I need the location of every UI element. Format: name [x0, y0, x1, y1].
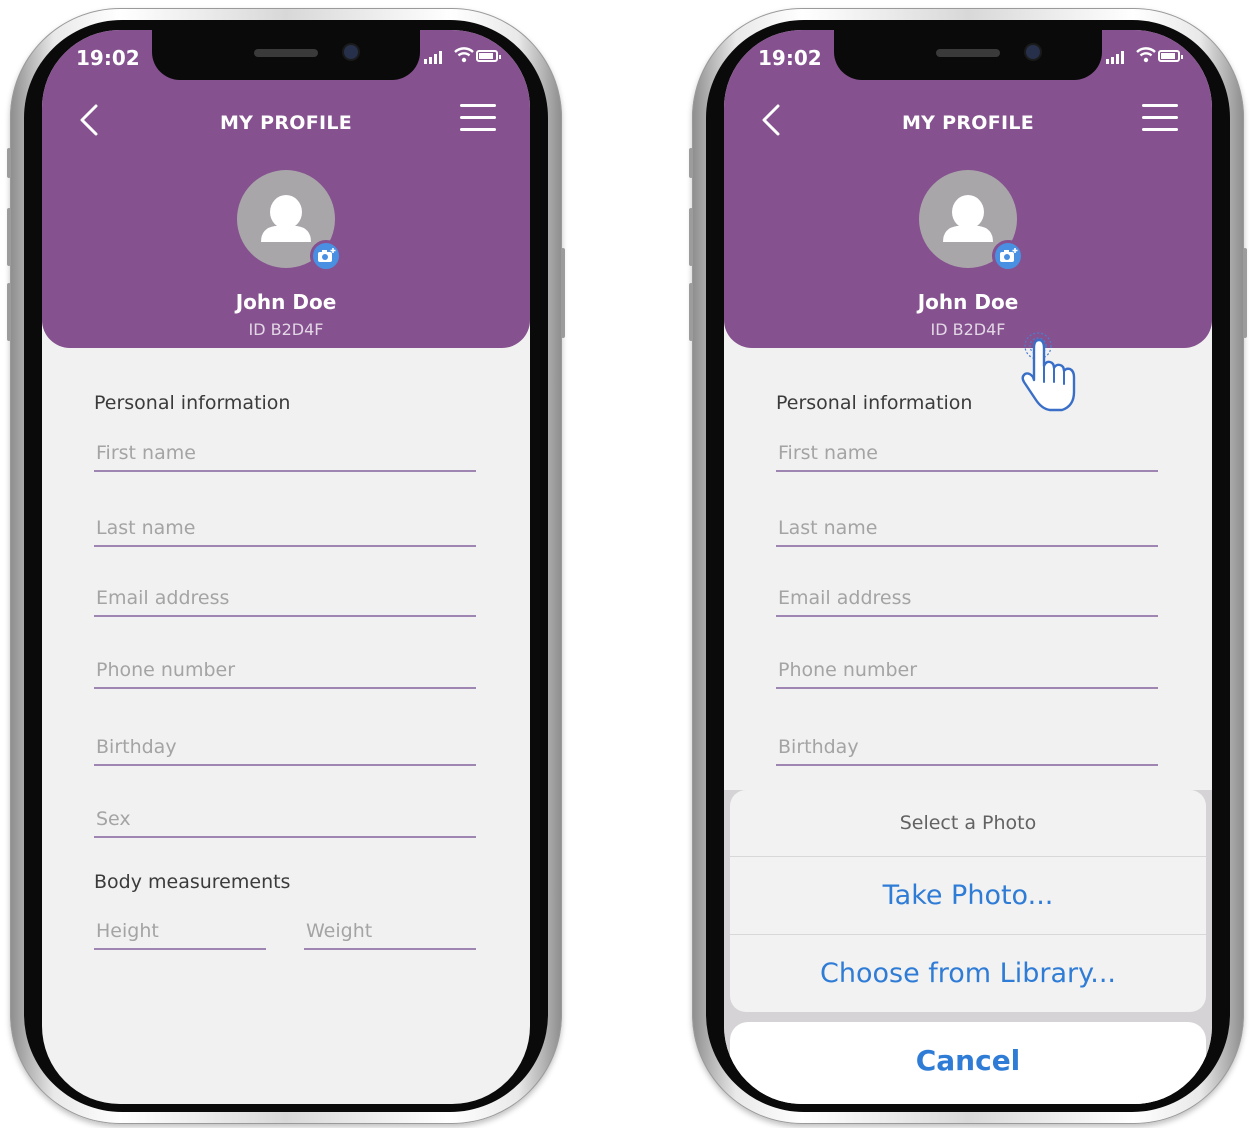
page-title: MY PROFILE [901, 112, 1035, 134]
battery-icon [476, 50, 501, 62]
birthday-placeholder: Birthday [778, 736, 859, 758]
power-button [561, 248, 565, 338]
hamburger-menu-icon[interactable] [460, 104, 496, 134]
tap-hand-cursor-icon [1021, 332, 1076, 412]
action-sheet: Select a Photo Take Photo... Choose from… [730, 790, 1206, 1012]
last-name-field[interactable]: Last name [776, 515, 1158, 547]
first-name-field[interactable]: First name [776, 440, 1158, 472]
profile-id: ID B2D4F [930, 320, 1006, 339]
height-field[interactable]: Height [94, 918, 266, 950]
volume-up-button [689, 208, 693, 266]
phone-number-field[interactable]: Phone number [94, 657, 476, 689]
email-placeholder: Email address [96, 587, 230, 609]
profile-screen: 19:02 MY PROFILE John Doe ID B2D4F Perso… [42, 30, 530, 1104]
volume-down-button [7, 283, 11, 341]
birthday-field[interactable]: Birthday [94, 734, 476, 766]
front-camera [344, 45, 358, 59]
profile-header: 19:02 MY PROFILE John Doe ID B2D4F [42, 30, 530, 348]
mute-switch [7, 148, 11, 178]
profile-name: John Doe [235, 290, 337, 314]
phone-number-placeholder: Phone number [96, 659, 236, 681]
birthday-placeholder: Birthday [96, 736, 177, 758]
camera-add-icon[interactable] [310, 240, 342, 272]
email-field[interactable]: Email address [776, 585, 1158, 617]
sex-field[interactable]: Sex [94, 806, 476, 838]
phone-number-placeholder: Phone number [778, 659, 918, 681]
hamburger-menu-icon[interactable] [1142, 104, 1178, 134]
camera-add-icon[interactable] [992, 240, 1024, 272]
email-field[interactable]: Email address [94, 585, 476, 617]
height-placeholder: Height [96, 920, 159, 942]
phone-frame-profile: 19:02 MY PROFILE John Doe ID B2D4F Perso… [7, 8, 565, 1124]
page-title: MY PROFILE [219, 112, 353, 134]
photo-sheet-screen: 19:02 MY PROFILE John Doe ID B2D4F Perso… [724, 30, 1212, 1104]
status-time: 19:02 [76, 46, 140, 70]
first-name-field[interactable]: First name [94, 440, 476, 472]
wifi-icon [454, 47, 474, 66]
body-measurements-heading: Body measurements [94, 871, 291, 893]
volume-down-button [689, 283, 693, 341]
status-icons [1106, 47, 1190, 66]
speaker [254, 49, 318, 57]
sex-placeholder: Sex [96, 808, 131, 830]
personal-information-heading: Personal information [94, 392, 291, 414]
weight-field[interactable]: Weight [304, 918, 476, 950]
weight-placeholder: Weight [306, 920, 373, 942]
status-icons [424, 47, 508, 66]
birthday-field[interactable]: Birthday [776, 734, 1158, 766]
personal-information-heading: Personal information [776, 392, 973, 414]
notch [152, 30, 420, 80]
last-name-placeholder: Last name [778, 517, 878, 539]
profile-header: 19:02 MY PROFILE John Doe ID B2D4F [724, 30, 1212, 348]
speaker [936, 49, 1000, 57]
action-sheet-title: Select a Photo [730, 790, 1206, 857]
last-name-placeholder: Last name [96, 517, 196, 539]
volume-up-button [7, 208, 11, 266]
battery-icon [1158, 50, 1183, 62]
status-time: 19:02 [758, 46, 822, 70]
power-button [1243, 248, 1247, 338]
phone-number-field[interactable]: Phone number [776, 657, 1158, 689]
take-photo-button[interactable]: Take Photo... [730, 857, 1206, 935]
cancel-button[interactable]: Cancel [730, 1022, 1206, 1104]
first-name-placeholder: First name [96, 442, 196, 464]
choose-from-library-button[interactable]: Choose from Library... [730, 935, 1206, 1012]
phone-frame-photo-sheet: 19:02 MY PROFILE John Doe ID B2D4F Perso… [689, 8, 1247, 1124]
first-name-placeholder: First name [778, 442, 878, 464]
front-camera [1026, 45, 1040, 59]
notch [834, 30, 1102, 80]
profile-id: ID B2D4F [248, 320, 324, 339]
email-placeholder: Email address [778, 587, 912, 609]
profile-name: John Doe [917, 290, 1019, 314]
wifi-icon [1136, 47, 1156, 66]
last-name-field[interactable]: Last name [94, 515, 476, 547]
mute-switch [689, 148, 693, 178]
